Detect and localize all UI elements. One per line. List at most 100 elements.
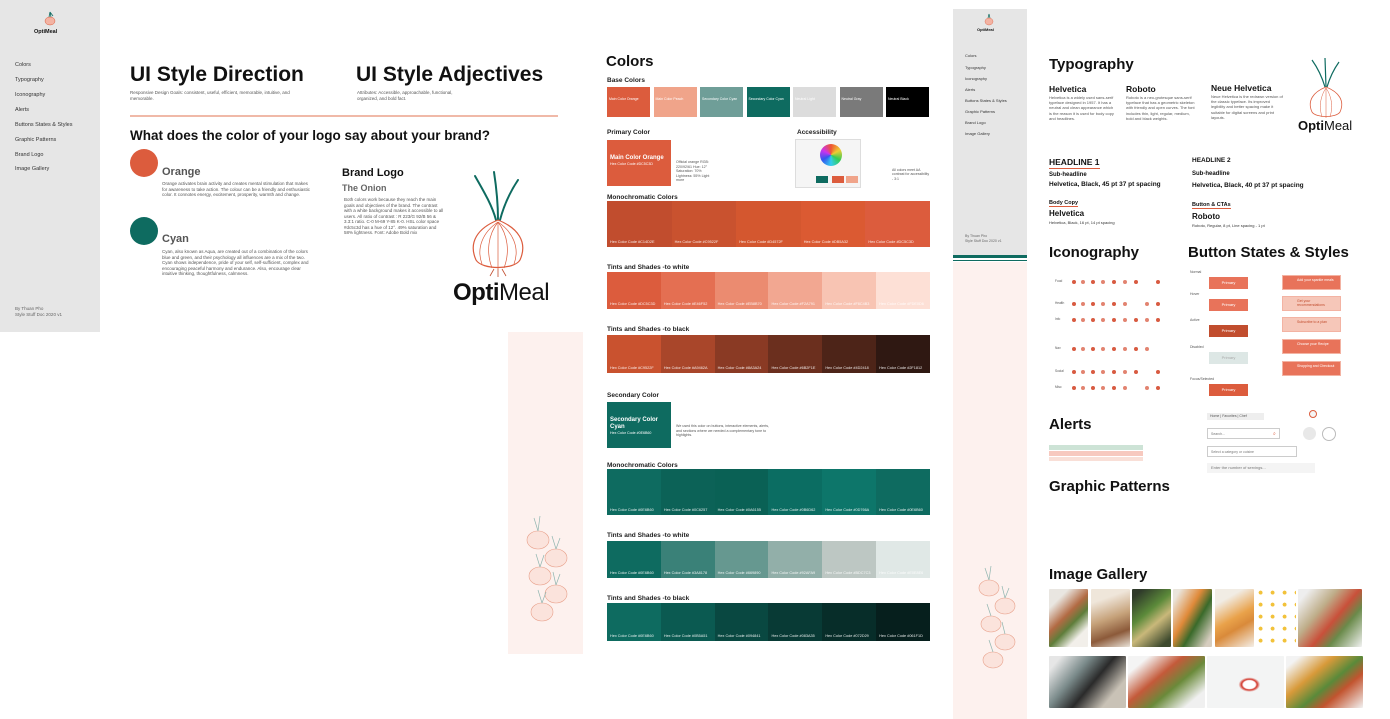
nav-item-colors[interactable]: Colors: [15, 62, 31, 68]
color-swatch: Hex Color Code #0C6257: [660, 469, 715, 515]
primary-swatch-label: Main Color Orange: [610, 155, 664, 161]
icon-row-label: Info: [1055, 317, 1061, 321]
alert-success: [1049, 445, 1143, 450]
nav-item-typography[interactable]: Typography: [965, 65, 986, 70]
ui-icon: [1072, 318, 1076, 322]
icon-row-label: Misc: [1055, 385, 1062, 389]
headline-2-sample: HEADLINE 2: [1192, 157, 1231, 164]
swatch-hex-label: Hex Color Code #0E6B60: [879, 508, 923, 512]
ui-icon: [1123, 280, 1127, 284]
color-swatch: Hex Color Code #BDC7C3: [822, 541, 877, 578]
gallery-photo-8[interactable]: [1049, 656, 1126, 708]
radio-button[interactable]: [1309, 410, 1317, 418]
ui-icon: [1072, 302, 1076, 306]
typography-title: Typography: [1049, 56, 1134, 73]
base-swatch: Neutral Gray: [839, 87, 883, 117]
credit-version: Style Stuff Doc 2020 v1: [15, 312, 62, 317]
nav-item-typography[interactable]: Typography: [15, 77, 44, 83]
color-swatch: Hex Color Code #0B6D62: [768, 469, 823, 515]
ui-icon: [1081, 347, 1085, 351]
gallery-photo-2[interactable]: [1091, 589, 1130, 647]
gallery-photo-4[interactable]: [1173, 589, 1212, 647]
icon-row-label: Food: [1055, 279, 1063, 283]
option-card[interactable]: Subscribe to a plan: [1282, 317, 1341, 332]
gallery-photo-9[interactable]: [1128, 656, 1205, 708]
font-roboto-name: Roboto: [1126, 84, 1156, 94]
servings-input[interactable]: Enter the number of servings...: [1207, 463, 1315, 473]
option-card[interactable]: Add your sparkle meals: [1282, 275, 1341, 290]
cyan-circle: [130, 217, 158, 245]
nav-item-gallery[interactable]: Image Gallery: [15, 166, 49, 172]
ui-icon: [1145, 347, 1149, 351]
nav-item-iconography[interactable]: Iconography: [965, 76, 987, 81]
secondary-info: We used this color on buttons, interacti…: [676, 424, 770, 437]
search-input[interactable]: Search...: [1207, 428, 1280, 439]
nav-tabs-sample[interactable]: Home | Favorites | Chef: [1207, 413, 1264, 420]
swatch-hex-label: Hex Color Code #0B6D62: [771, 508, 816, 512]
toggle-dot-white[interactable]: [1322, 427, 1336, 441]
nav-item-brand-logo[interactable]: Brand Logo: [965, 120, 986, 125]
option-card[interactable]: Choose your Recipe: [1282, 339, 1341, 354]
ui-icon: [1101, 347, 1105, 351]
wordmark-opti: Opti: [1298, 118, 1324, 133]
cyan-label: Cyan: [162, 233, 189, 245]
primary-button-focus-selected[interactable]: Primary: [1209, 384, 1248, 396]
nav-item-alerts[interactable]: Alerts: [965, 87, 975, 92]
divider: [130, 115, 558, 117]
primary-button-disabled[interactable]: Primary: [1209, 352, 1248, 364]
ui-icon: [1134, 318, 1138, 322]
gallery-photo-7[interactable]: [1298, 589, 1362, 647]
button-cta-label: Button & CTAs: [1192, 202, 1231, 209]
gallery-photo-1[interactable]: [1049, 589, 1088, 647]
primary-button-active[interactable]: Primary: [1209, 325, 1248, 337]
icon-row-label: Nav: [1055, 346, 1061, 350]
ui-icon: [1091, 280, 1095, 284]
toggle-dot-gray[interactable]: [1303, 427, 1316, 440]
shades-cyan-title: Tints and Shades -to black: [607, 595, 690, 602]
color-swatch: Hex Color Code #0D766A: [822, 469, 877, 515]
nav-item-buttons[interactable]: Buttons States & Styles: [15, 122, 72, 128]
option-card[interactable]: Get your recommendations: [1282, 296, 1341, 311]
color-swatch: Hex Color Code #0E6B60: [607, 541, 661, 578]
color-swatch: Hex Color Code #E46F52: [660, 272, 715, 309]
gallery-photo-10[interactable]: [1207, 656, 1284, 708]
font-helvetica-name: Helvetica: [1049, 84, 1087, 94]
nav-item-buttons[interactable]: Buttons States & Styles: [965, 98, 1007, 103]
color-swatch: Hex Color Code #C9522F: [671, 201, 737, 247]
wordmark-opti: Opti: [453, 279, 500, 306]
font-neue-name: Neue Helvetica: [1211, 83, 1272, 93]
base-colors-title: Base Colors: [607, 77, 645, 84]
color-swatch: Hex Color Code #DC5C3D: [607, 272, 661, 309]
color-swatch: Hex Color Code #E0E8E6: [876, 541, 930, 578]
gallery-photo-3[interactable]: [1132, 589, 1171, 647]
ui-icon: [1101, 302, 1105, 306]
nav-item-alerts[interactable]: Alerts: [15, 107, 29, 113]
primary-button-hover[interactable]: Primary: [1209, 299, 1248, 311]
color-swatch: Hex Color Code #8A3A24: [714, 335, 769, 373]
ui-icon: [1091, 318, 1095, 322]
style-adjectives-desc: Attributes: Accessible, approachable, fu…: [357, 90, 453, 101]
nav-item-brand-logo[interactable]: Brand Logo: [15, 152, 43, 158]
base-swatch: Secondary Color Cyan: [746, 87, 790, 117]
swatch-hex-label: Hex Color Code #3A8178: [663, 571, 708, 575]
onion-pattern-icon: [526, 515, 568, 622]
nav-item-colors[interactable]: Colors: [965, 53, 977, 58]
category-select[interactable]: Select a category or cuisine: [1207, 446, 1297, 457]
option-card[interactable]: Shopping and Checkout: [1282, 361, 1341, 376]
primary-button-normal[interactable]: Primary: [1209, 277, 1248, 289]
nav-item-patterns[interactable]: Graphic Patterns: [965, 109, 995, 114]
gallery-photo-5[interactable]: [1215, 589, 1254, 647]
nav-item-patterns[interactable]: Graphic Patterns: [15, 137, 56, 143]
ui-icon: [1072, 280, 1076, 284]
nav-logo-text: OptiMeal: [977, 27, 994, 32]
iconography-title: Iconography: [1049, 244, 1140, 261]
gallery-photo-6[interactable]: [1257, 589, 1296, 647]
nav-item-gallery[interactable]: Image Gallery: [965, 131, 990, 136]
ui-icon: [1123, 386, 1127, 390]
credit-author: By Thuan Pho: [965, 234, 988, 238]
headline-1-spec: Helvetica, Black, 45 pt 37 pt spacing: [1049, 181, 1161, 188]
ui-icon: [1156, 386, 1160, 390]
gallery-photo-11[interactable]: [1286, 656, 1363, 708]
primary-swatch-hex: Hex Color Code #DC5C3D: [610, 162, 653, 166]
nav-item-iconography[interactable]: Iconography: [15, 92, 45, 98]
